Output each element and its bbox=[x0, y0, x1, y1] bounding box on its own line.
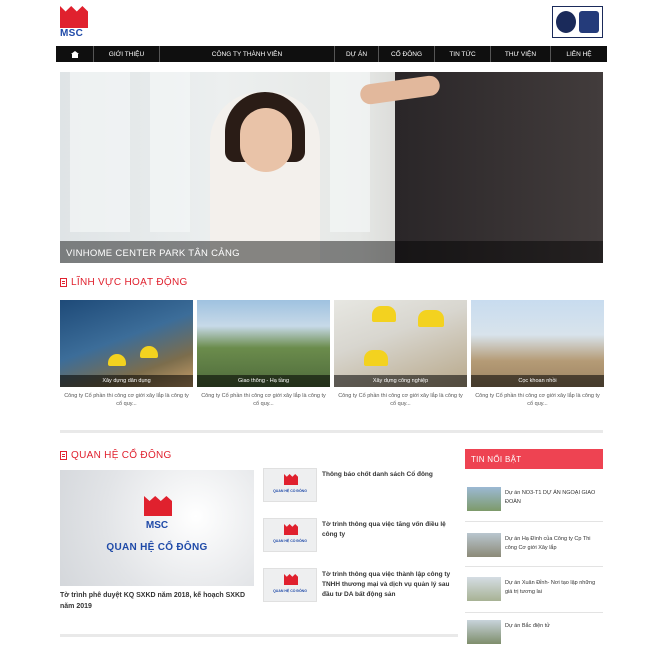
thumb-text: QUAN HỆ CỔ ĐÔNG bbox=[273, 489, 307, 493]
logo-mark-icon bbox=[284, 474, 298, 485]
section-divider bbox=[60, 430, 603, 433]
activity-desc: Công ty Cổ phần thi công cơ giới xây lắp… bbox=[338, 393, 463, 407]
hot-news-thumbnail[interactable] bbox=[467, 487, 501, 511]
hot-news-item[interactable]: Dự án NO3-T1 DỰ ÁN NGOẠI GIAO ĐOÀN bbox=[465, 487, 603, 517]
news-thumbnail[interactable]: QUAN HỆ CỔ ĐÔNG bbox=[263, 468, 317, 502]
activity-card[interactable]: Giao thông - Hạ tầng Công ty Cổ phần thi… bbox=[197, 300, 330, 408]
news-title[interactable]: Tờ trình thông qua việc thành lập công t… bbox=[322, 570, 462, 600]
hot-news-title[interactable]: Dự án Xuân Đỉnh- Nơi tạo lập những giá t… bbox=[505, 579, 603, 597]
hero-caption[interactable]: VINHOME CENTER PARK TÂN CẢNG bbox=[66, 248, 240, 259]
document-icon bbox=[60, 278, 67, 287]
activity-desc: Công ty Cổ phần thi công cơ giới xây lắp… bbox=[201, 393, 326, 407]
news-thumbnail[interactable]: QUAN HỆ CỔ ĐÔNG bbox=[263, 568, 317, 602]
logo-mark-icon bbox=[60, 6, 88, 28]
iso-icon bbox=[556, 11, 577, 33]
hot-news-item[interactable]: Dự án Bắc điện tử bbox=[465, 620, 603, 650]
activity-desc: Công ty Cổ phần thi công cơ giới xây lắp… bbox=[64, 393, 189, 407]
nav-home[interactable] bbox=[56, 46, 94, 62]
nav-item-co-dong[interactable]: Cổ đông bbox=[379, 46, 435, 62]
nav-item-gioi-thieu[interactable]: Giới thiệu bbox=[94, 46, 160, 62]
feature-caption[interactable]: Tờ trình phê duyệt KQ SXKD năm 2018, kế … bbox=[60, 590, 260, 612]
activity-label: Xây dựng công nghiệp bbox=[334, 375, 467, 387]
hot-news-header: TIN NỔI BẬT bbox=[465, 449, 603, 469]
section-divider bbox=[60, 634, 458, 637]
hard-hat-icon bbox=[364, 350, 388, 366]
hot-news-thumbnail[interactable] bbox=[467, 620, 501, 644]
hero-slider[interactable]: VINHOME CENTER PARK TÂN CẢNG bbox=[60, 72, 603, 263]
logo-mark-icon bbox=[284, 574, 298, 585]
home-icon bbox=[70, 50, 79, 58]
ukas-icon bbox=[578, 11, 599, 33]
activity-card[interactable]: Cọc khoan nhồi Công ty Cổ phần thi công … bbox=[471, 300, 604, 408]
certification-badge bbox=[552, 6, 603, 38]
nav-item-du-an[interactable]: Dự án bbox=[335, 46, 379, 62]
news-thumbnail[interactable]: QUAN HỆ CỔ ĐÔNG bbox=[263, 518, 317, 552]
activities-title: LĨNH VỰC HOẠT ĐỘNG bbox=[71, 277, 188, 288]
feature-banner-text: QUAN HỆ CỔ ĐÔNG bbox=[106, 542, 208, 553]
hot-news-item[interactable]: Dự án Xuân Đỉnh- Nơi tạo lập những giá t… bbox=[465, 577, 603, 607]
hot-news-thumbnail[interactable] bbox=[467, 577, 501, 601]
hero-face bbox=[240, 108, 292, 172]
activities-heading: LĨNH VỰC HOẠT ĐỘNG bbox=[60, 277, 188, 288]
sidebar-divider bbox=[465, 521, 603, 522]
shareholder-news-item[interactable]: QUAN HỆ CỔ ĐÔNG Thông báo chốt danh sách… bbox=[263, 468, 458, 508]
news-title[interactable]: Thông báo chốt danh sách Cổ đông bbox=[322, 470, 462, 480]
hard-hat-icon bbox=[418, 310, 444, 327]
hero-suit-figure bbox=[395, 72, 603, 263]
nav-item-cong-ty-thanh-vien[interactable]: Công ty thành viên bbox=[160, 46, 335, 62]
shareholders-feature-image[interactable]: MSC QUAN HỆ CỔ ĐÔNG bbox=[60, 470, 254, 586]
sidebar-divider bbox=[465, 566, 603, 567]
nav-item-tin-tuc[interactable]: Tin tức bbox=[435, 46, 491, 62]
logo-mark-icon bbox=[284, 524, 298, 535]
shareholders-heading: QUAN HỆ CỔ ĐÔNG bbox=[60, 450, 172, 461]
activity-image[interactable]: Xây dựng công nghiệp bbox=[334, 300, 467, 387]
thumb-text: QUAN HỆ CỔ ĐÔNG bbox=[273, 539, 307, 543]
activity-label: Giao thông - Hạ tầng bbox=[197, 375, 330, 387]
msc-logo[interactable]: MSC bbox=[60, 6, 92, 40]
feature-logo-text: MSC bbox=[145, 520, 169, 531]
hot-news-title[interactable]: Dự án Hạ Đình của Công ty Cp Thi công Cơ… bbox=[505, 535, 603, 553]
activity-desc: Công ty Cổ phần thi công cơ giới xây lắp… bbox=[475, 393, 600, 407]
hero-window-light bbox=[150, 72, 190, 232]
hot-news-item[interactable]: Dự án Hạ Đình của Công ty Cp Thi công Cơ… bbox=[465, 533, 603, 563]
hot-news-title[interactable]: Dự án NO3-T1 DỰ ÁN NGOẠI GIAO ĐOÀN bbox=[505, 489, 603, 507]
hard-hat-icon bbox=[140, 346, 158, 358]
shareholder-news-item[interactable]: QUAN HỆ CỔ ĐÔNG Tờ trình thông qua việc … bbox=[263, 568, 458, 608]
activity-card[interactable]: Xây dựng dân dụng Công ty Cổ phần thi cô… bbox=[60, 300, 193, 408]
hero-window-light bbox=[70, 72, 130, 232]
activity-label: Xây dựng dân dụng bbox=[60, 375, 193, 387]
activity-image[interactable]: Giao thông - Hạ tầng bbox=[197, 300, 330, 387]
hard-hat-icon bbox=[108, 354, 126, 366]
activity-label: Cọc khoan nhồi bbox=[471, 375, 604, 387]
activity-cards: Xây dựng dân dụng Công ty Cổ phần thi cô… bbox=[60, 300, 604, 408]
shareholders-title: QUAN HỆ CỔ ĐÔNG bbox=[71, 450, 172, 461]
nav-item-thu-vien[interactable]: Thư viện bbox=[491, 46, 551, 62]
activity-card[interactable]: Xây dựng công nghiệp Công ty Cổ phần thi… bbox=[334, 300, 467, 408]
hot-news-title[interactable]: Dự án Bắc điện tử bbox=[505, 622, 603, 631]
logo-text: MSC bbox=[60, 28, 84, 39]
sidebar-divider bbox=[465, 612, 603, 613]
hard-hat-icon bbox=[372, 306, 396, 322]
activity-image[interactable]: Cọc khoan nhồi bbox=[471, 300, 604, 387]
nav-item-lien-he[interactable]: Liên hệ bbox=[551, 46, 607, 62]
thumb-text: QUAN HỆ CỔ ĐÔNG bbox=[273, 589, 307, 593]
hot-news-thumbnail[interactable] bbox=[467, 533, 501, 557]
shareholder-news-item[interactable]: QUAN HỆ CỔ ĐÔNG Tờ trình thông qua việc … bbox=[263, 518, 458, 558]
document-icon bbox=[60, 451, 67, 460]
main-nav: Giới thiệu Công ty thành viên Dự án Cổ đ… bbox=[56, 46, 607, 62]
news-title[interactable]: Tờ trình thông qua việc tăng vốn điều lệ… bbox=[322, 520, 462, 540]
activity-image[interactable]: Xây dựng dân dụng bbox=[60, 300, 193, 387]
